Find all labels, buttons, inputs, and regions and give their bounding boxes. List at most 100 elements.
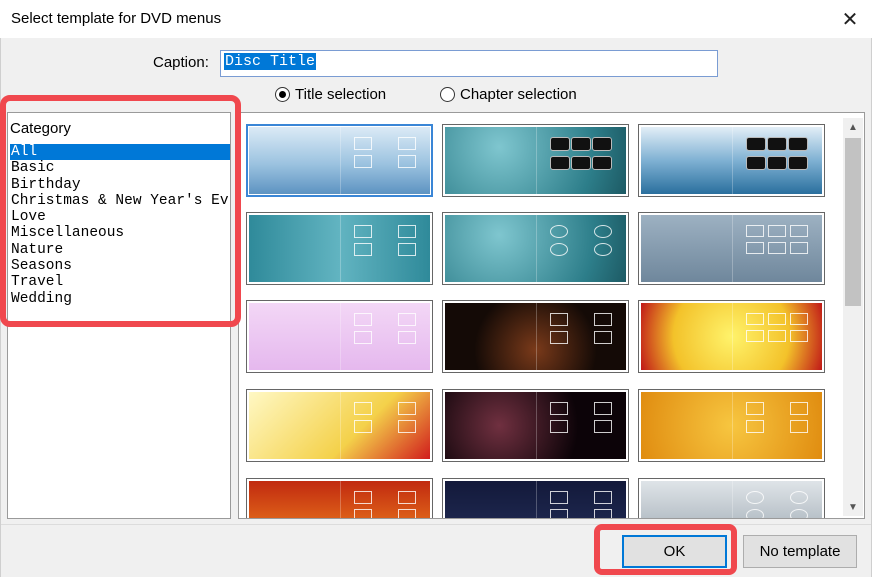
chapter-slot [353, 331, 372, 344]
chapter-slot [398, 243, 416, 256]
chapter-selection-radio[interactable]: Chapter selection [440, 84, 577, 104]
chapter-slot [594, 225, 612, 238]
template-preview [641, 481, 822, 518]
template-thumbnail[interactable] [246, 124, 433, 197]
title-bar: Select template for DVD menus ✕ [0, 0, 872, 38]
scroll-up-icon[interactable]: ▲ [843, 118, 863, 136]
chapter-slot [398, 402, 416, 415]
chapter-slot [766, 156, 787, 170]
no-template-button[interactable]: No template [743, 535, 857, 568]
caption-input[interactable]: Disc Title [220, 50, 718, 77]
radio-unchecked-icon [440, 86, 455, 102]
chapter-slot [745, 137, 766, 151]
chapter-slot [790, 330, 808, 342]
chapter-slot [766, 137, 787, 151]
chapter-slot [549, 313, 568, 326]
chapter-slot [745, 330, 764, 342]
chapter-slot [767, 242, 786, 254]
chapter-slot [790, 225, 808, 237]
chapter-slot [398, 225, 416, 238]
template-preview [249, 392, 430, 459]
template-thumbnail[interactable] [638, 124, 825, 197]
chapter-slot [549, 331, 568, 344]
template-preview [641, 215, 822, 282]
template-preview [445, 392, 626, 459]
chapter-slot [745, 242, 764, 254]
template-preview [249, 127, 430, 194]
chapter-slot [790, 402, 808, 415]
template-thumbnail[interactable] [246, 478, 433, 518]
chapter-slot [398, 491, 416, 504]
chapter-slot [398, 509, 416, 518]
chapter-slot [592, 156, 612, 170]
chapter-slot [353, 402, 372, 415]
caption-label: Caption: [153, 54, 209, 71]
chapter-slot [594, 402, 612, 415]
chapter-slot [745, 156, 766, 170]
chapter-slot [353, 225, 372, 238]
template-thumbnail[interactable] [442, 300, 629, 373]
template-thumbnail[interactable] [638, 300, 825, 373]
footer-divider [1, 524, 871, 525]
template-preview [641, 127, 822, 194]
chapter-slot [790, 509, 808, 518]
chapter-slot [790, 313, 808, 325]
template-thumbnail[interactable] [442, 124, 629, 197]
chapter-slot [353, 137, 372, 150]
chapter-slot [549, 156, 570, 170]
template-preview [445, 127, 626, 194]
template-preview [445, 215, 626, 282]
chapter-slot [745, 402, 764, 415]
template-thumbnail[interactable] [638, 389, 825, 462]
chapter-slot [790, 242, 808, 254]
chapter-slot [592, 137, 612, 151]
chapter-slot [767, 313, 786, 325]
chapter-slot [353, 313, 372, 326]
template-thumbnail[interactable] [638, 478, 825, 518]
chapter-slot [353, 509, 372, 518]
template-thumbnail[interactable] [638, 212, 825, 285]
chapter-slot [398, 313, 416, 326]
radio-checked-icon [275, 86, 290, 102]
template-thumbnail[interactable] [246, 212, 433, 285]
chapter-slot [745, 313, 764, 325]
chapter-slot [570, 137, 591, 151]
template-thumbnail[interactable] [442, 212, 629, 285]
ok-annotation-box [594, 524, 737, 575]
template-thumbnail[interactable] [246, 389, 433, 462]
chapter-slot [549, 509, 568, 518]
template-grid[interactable] [238, 112, 865, 519]
scroll-down-icon[interactable]: ▼ [843, 498, 863, 516]
chapter-slot [594, 420, 612, 433]
template-preview [445, 481, 626, 518]
template-preview [445, 303, 626, 370]
chapter-slot [549, 402, 568, 415]
chapter-slot [788, 137, 808, 151]
chapter-slot [790, 420, 808, 433]
chapter-slot [398, 155, 416, 168]
template-preview [249, 481, 430, 518]
title-selection-radio[interactable]: Title selection [275, 84, 386, 104]
chapter-slot [353, 491, 372, 504]
template-scrollbar[interactable]: ▲ ▼ [843, 118, 863, 516]
chapter-slot [398, 331, 416, 344]
chapter-slot [594, 509, 612, 518]
chapter-slot [594, 313, 612, 326]
chapter-slot [594, 491, 612, 504]
chapter-slot [398, 137, 416, 150]
chapter-slot [767, 330, 786, 342]
scroll-thumb[interactable] [845, 138, 861, 306]
template-preview [249, 303, 430, 370]
close-icon[interactable]: ✕ [834, 4, 866, 34]
template-thumbnail[interactable] [442, 478, 629, 518]
chapter-slot [745, 225, 764, 237]
template-thumbnail[interactable] [246, 300, 433, 373]
template-preview [641, 392, 822, 459]
chapter-slot [788, 156, 808, 170]
template-preview [249, 215, 430, 282]
chapter-slot [549, 491, 568, 504]
title-selection-label: Title selection [295, 85, 387, 103]
chapter-slot [353, 155, 372, 168]
template-thumbnail[interactable] [442, 389, 629, 462]
chapter-slot [570, 156, 591, 170]
